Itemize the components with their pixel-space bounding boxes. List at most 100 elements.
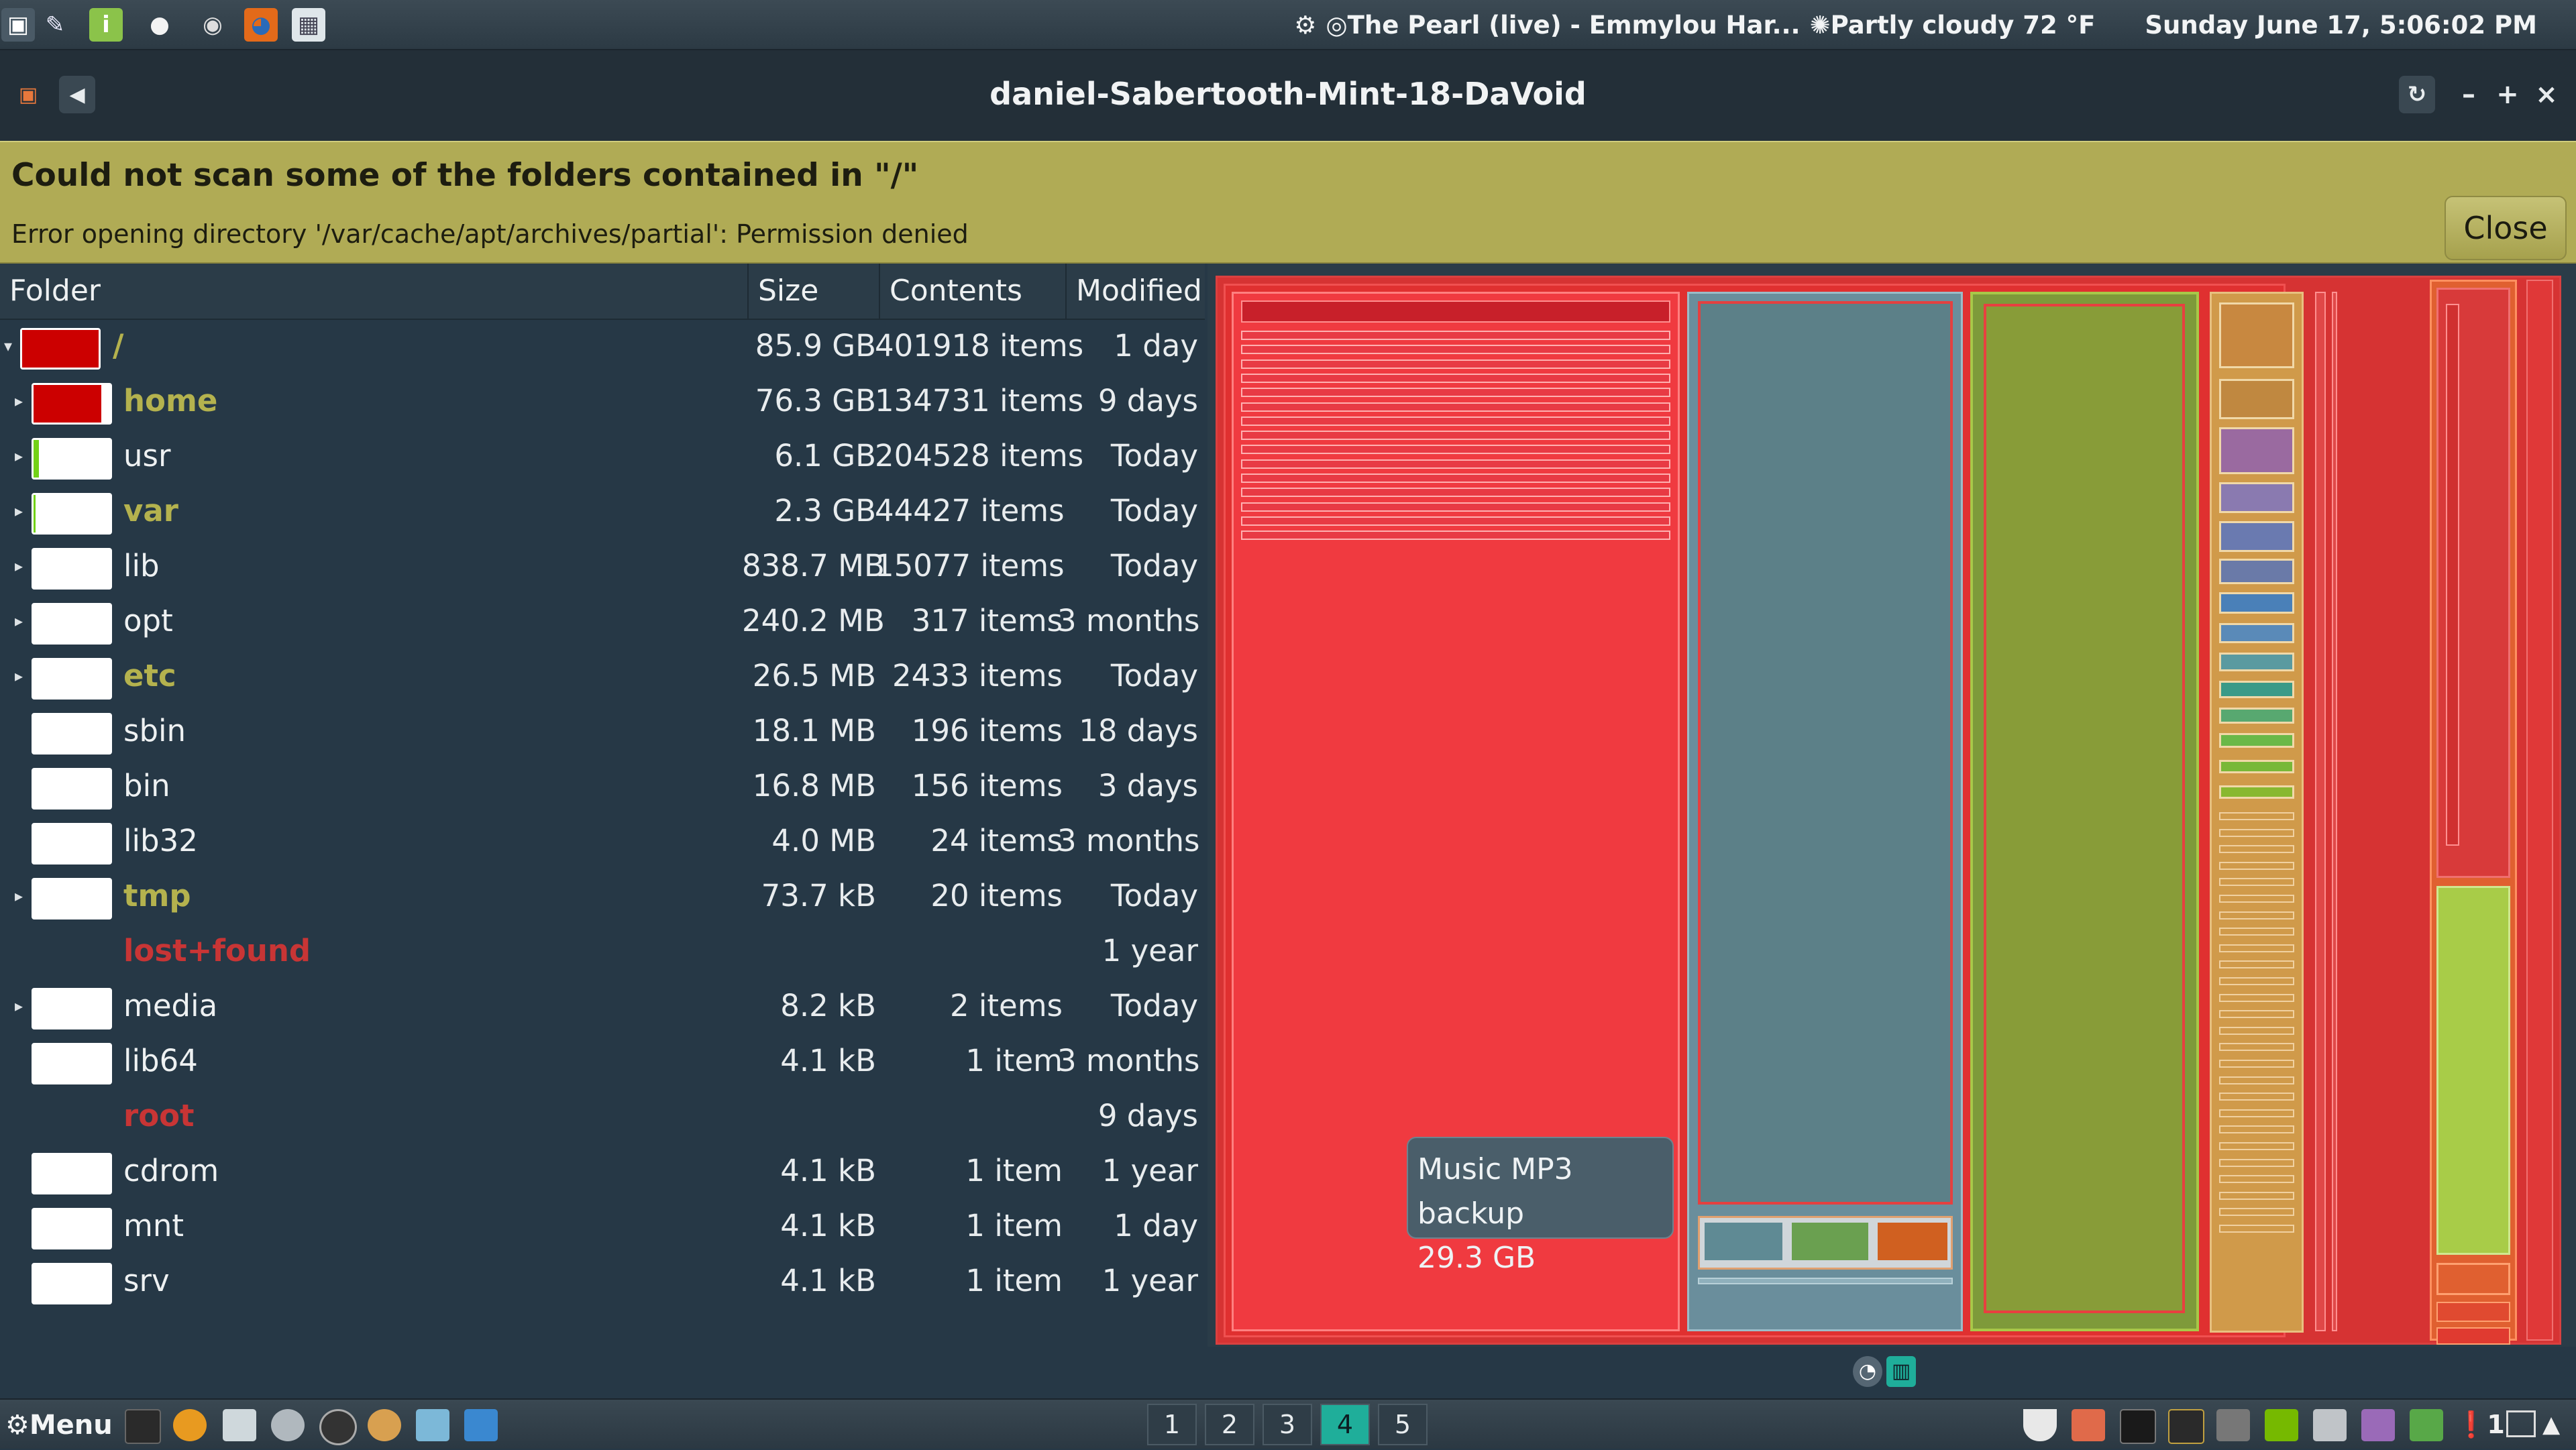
nvidia-icon[interactable] <box>2265 1409 2298 1441</box>
treemap-cell[interactable] <box>2219 944 2294 952</box>
treemap-cell[interactable] <box>2219 681 2294 698</box>
expand-arrow-icon[interactable]: ▸ <box>15 374 23 429</box>
folder-row[interactable]: ▸ home 76.3 GB 134731 items 9 days <box>0 374 1205 429</box>
expand-arrow-icon[interactable]: ▸ <box>15 594 23 649</box>
expand-arrow-icon[interactable]: ▸ <box>15 539 23 594</box>
workspace-4[interactable]: 4 <box>1320 1404 1370 1445</box>
treemap-thin-b[interactable] <box>2332 292 2337 1331</box>
expand-arrow-icon[interactable]: ▸ <box>15 869 23 924</box>
up-arrow-icon[interactable]: ▲ <box>2542 1400 2560 1450</box>
treemap-cell[interactable] <box>2219 878 2294 887</box>
folder-icon[interactable] <box>416 1409 449 1441</box>
gear-icon[interactable]: ⚙ <box>1294 11 1316 40</box>
folder-row[interactable]: root 9 days <box>0 1089 1205 1144</box>
treemap-cell[interactable] <box>2219 993 2294 1002</box>
folder-row[interactable]: ▸ lib 838.7 MB 15077 items Today <box>0 539 1205 594</box>
column-contents[interactable]: Contents <box>880 264 1067 319</box>
expand-arrow-icon[interactable]: ▸ <box>15 484 23 539</box>
firefox-icon[interactable]: ◕ <box>244 8 278 42</box>
column-size[interactable]: Size <box>749 264 880 319</box>
treemap-cell[interactable] <box>2219 1125 2294 1134</box>
minimize-button[interactable]: – <box>2455 76 2482 113</box>
expand-arrow-icon[interactable]: ▸ <box>15 979 23 1034</box>
terminal-icon[interactable] <box>2120 1409 2156 1444</box>
treemap-olive-large[interactable] <box>1984 304 2185 1313</box>
treemap-cell[interactable] <box>2219 1175 2294 1184</box>
image-viewer-icon[interactable] <box>2072 1409 2105 1441</box>
treemap-cell[interactable] <box>2219 592 2294 614</box>
treemap-file[interactable] <box>1241 345 1670 355</box>
treemap-cell[interactable] <box>2219 302 2294 368</box>
folder-row[interactable]: lib64 4.1 kB 1 item 3 months <box>0 1034 1205 1089</box>
folder-row[interactable]: mnt 4.1 kB 1 item 1 day <box>0 1198 1205 1253</box>
treemap-usr-red-inner[interactable] <box>2446 304 2459 846</box>
now-playing[interactable]: ◎The Pearl (live) - Emmylou Har... <box>1326 11 1800 40</box>
disc-icon[interactable]: ◉ <box>196 8 229 42</box>
close-infobar-button[interactable]: Close <box>2445 196 2567 260</box>
treemap-cell[interactable] <box>2219 623 2294 643</box>
column-folder[interactable]: Folder <box>0 264 749 319</box>
treemap-cell[interactable] <box>2219 1109 2294 1117</box>
treemap-cell[interactable] <box>2219 785 2294 799</box>
expand-arrow-icon[interactable]: ▸ <box>15 429 23 484</box>
display-icon[interactable] <box>2506 1410 2536 1437</box>
folder-row[interactable]: ▸ media 8.2 kB 2 items Today <box>0 979 1205 1034</box>
app-launcher-icon[interactable]: ▣ <box>1 8 35 42</box>
treemap-blue-small-a[interactable] <box>1705 1223 1782 1260</box>
treemap-cell[interactable] <box>2219 1208 2294 1217</box>
treemap-usr-small[interactable] <box>2436 1263 2510 1295</box>
treemap-cell[interactable] <box>2219 653 2294 671</box>
folder-row[interactable]: ▸ etc 26.5 MB 2433 items Today <box>0 649 1205 704</box>
treemap-usr-green[interactable] <box>2436 886 2510 1255</box>
shield-icon[interactable] <box>2023 1409 2057 1441</box>
treemap-file[interactable] <box>1241 502 1670 512</box>
info-app-icon[interactable]: i <box>89 8 123 42</box>
window-titlebar[interactable]: ▣ ◀ daniel-Sabertooth-Mint-18-DaVoid ↻ –… <box>0 50 2576 141</box>
treemap-cell[interactable] <box>2219 928 2294 936</box>
treemap-cell[interactable] <box>2219 559 2294 584</box>
system-monitor-icon[interactable] <box>2168 1409 2204 1444</box>
screenshot-icon[interactable] <box>223 1409 256 1441</box>
treemap-file[interactable] <box>1241 331 1670 340</box>
treemap-cell[interactable] <box>2219 960 2294 969</box>
column-modified[interactable]: Modified <box>1067 264 1205 319</box>
treemap-icon[interactable]: ▥ <box>1886 1356 1916 1387</box>
treemap-cell[interactable] <box>2219 828 2294 837</box>
wine-icon[interactable] <box>271 1409 305 1441</box>
treemap-cell[interactable] <box>2219 760 2294 773</box>
close-window-button[interactable]: × <box>2533 76 2560 113</box>
audio-icon[interactable] <box>368 1409 401 1441</box>
clock[interactable]: Sunday June 17, 5:06:02 PM <box>2145 11 2537 40</box>
treemap-blue-large[interactable] <box>1698 301 1953 1205</box>
treemap-file[interactable] <box>1241 531 1670 541</box>
folder-row[interactable]: ▾ / 85.9 GB 401918 items 1 day <box>0 319 1205 374</box>
expand-arrow-icon[interactable]: ▸ <box>15 649 23 704</box>
settings-icon[interactable] <box>2216 1409 2250 1441</box>
treemap-thin-a[interactable] <box>2315 292 2326 1331</box>
treemap-usr-small-b[interactable] <box>2436 1302 2510 1322</box>
ring-chart-icon[interactable]: ◔ <box>1853 1356 1882 1387</box>
treemap-file[interactable] <box>1241 388 1670 398</box>
user-icon[interactable]: ● <box>143 8 176 42</box>
bluefish-icon[interactable] <box>464 1409 498 1441</box>
chat-icon[interactable] <box>2410 1409 2443 1441</box>
treemap-file[interactable] <box>1241 416 1670 426</box>
treemap-file[interactable] <box>1241 373 1670 383</box>
notifications-applet[interactable]: ❗1 <box>2455 1400 2505 1450</box>
folder-row[interactable]: ▸ tmp 73.7 kB 20 items Today <box>0 869 1205 924</box>
treemap-cell[interactable] <box>2219 521 2294 552</box>
treemap-cell[interactable] <box>2219 1142 2294 1150</box>
treemap-file[interactable] <box>1241 445 1670 455</box>
treemap-cell[interactable] <box>2219 379 2294 419</box>
workspace-5[interactable]: 5 <box>1378 1404 1428 1445</box>
tuning-fork-icon[interactable] <box>2361 1409 2395 1441</box>
folder-row[interactable]: srv 4.1 kB 1 item 1 year <box>0 1253 1205 1308</box>
treemap-var[interactable] <box>2526 280 2553 1341</box>
treemap-cell[interactable] <box>2219 845 2294 854</box>
workspace-2[interactable]: 2 <box>1205 1404 1254 1445</box>
treemap-file[interactable] <box>1241 300 1670 323</box>
treemap-blue-thin[interactable] <box>1698 1278 1953 1284</box>
treemap-cell[interactable] <box>2219 861 2294 870</box>
treemap-blue-small-c[interactable] <box>1878 1223 1947 1260</box>
treemap-cell[interactable] <box>2219 1191 2294 1200</box>
